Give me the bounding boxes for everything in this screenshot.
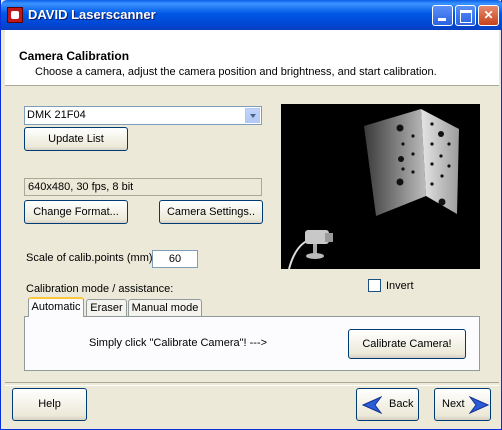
invert-checkbox[interactable]	[368, 279, 381, 292]
change-format-button[interactable]: Change Format...	[24, 200, 128, 224]
next-button[interactable]: Next	[434, 388, 491, 421]
tab-eraser[interactable]: Eraser	[86, 299, 127, 317]
calibration-corner-image	[288, 109, 459, 269]
title-bar[interactable]: DAVID Laserscanner ✕	[1, 0, 502, 30]
page-title: Camera Calibration	[19, 49, 130, 63]
tab-panel-automatic: Simply click "Calibrate Camera"! ---> Ca…	[24, 316, 480, 371]
calibration-hint: Simply click "Calibrate Camera"! --->	[89, 337, 268, 349]
tab-manual-mode[interactable]: Manual mode	[128, 299, 202, 317]
format-info-text: 640x480, 30 fps, 8 bit	[28, 181, 134, 193]
minimize-icon[interactable]	[432, 5, 453, 26]
invert-label: Invert	[386, 280, 414, 292]
camera-select[interactable]: DMK 21F04	[24, 106, 262, 125]
camera-settings-button[interactable]: Camera Settings..	[159, 200, 263, 224]
app-logo-icon	[7, 7, 23, 23]
wizard-header: Camera Calibration Choose a camera, adju…	[5, 30, 499, 86]
help-button[interactable]: Help	[12, 388, 87, 421]
scale-input[interactable]: 60	[152, 250, 198, 268]
back-arrow-icon	[362, 396, 382, 414]
back-button[interactable]: Back	[356, 388, 419, 421]
camera-select-value: DMK 21F04	[27, 109, 86, 121]
chevron-down-icon[interactable]	[245, 108, 260, 123]
camera-preview	[281, 104, 480, 269]
tab-automatic[interactable]: Automatic	[28, 297, 84, 317]
close-icon[interactable]: ✕	[478, 5, 499, 26]
page-subtitle: Choose a camera, adjust the camera posit…	[35, 66, 437, 78]
calibration-mode-label: Calibration mode / assistance:	[26, 283, 174, 295]
format-info-field: 640x480, 30 fps, 8 bit	[24, 178, 262, 196]
next-arrow-icon	[469, 396, 489, 414]
maximize-icon[interactable]	[455, 5, 476, 26]
calibrate-camera-button[interactable]: Calibrate Camera!	[348, 329, 466, 359]
update-list-button[interactable]: Update List	[24, 127, 128, 151]
scale-label: Scale of calib.points (mm):	[26, 252, 156, 264]
window-title: DAVID Laserscanner	[28, 7, 156, 22]
help-button-label: Help	[38, 398, 61, 410]
next-button-label: Next	[442, 398, 465, 410]
back-button-label: Back	[389, 398, 414, 410]
footer-divider	[5, 382, 499, 386]
app-window: DAVID Laserscanner ✕ Camera Calibration …	[0, 0, 502, 430]
